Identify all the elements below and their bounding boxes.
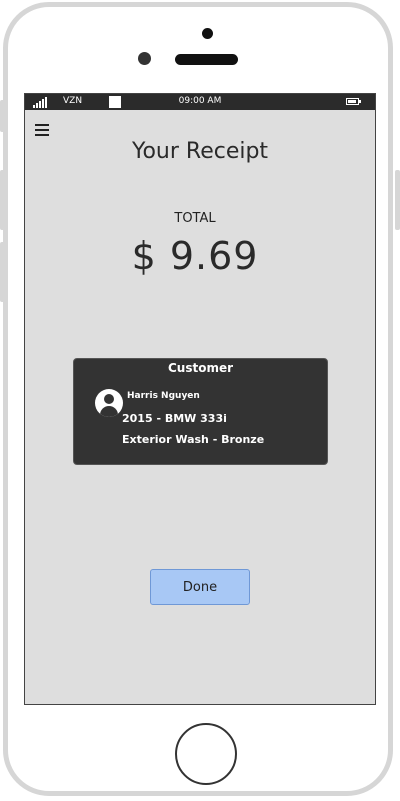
customer-vehicle: 2015 - BMW 333i bbox=[122, 412, 227, 425]
mute-switch bbox=[0, 100, 5, 132]
page-title: Your Receipt bbox=[131, 139, 269, 164]
user-avatar-icon bbox=[95, 389, 123, 417]
home-button[interactable] bbox=[175, 723, 237, 785]
status-time: 09:00 AM bbox=[178, 96, 222, 106]
total-amount: $ 9.69 bbox=[131, 234, 259, 278]
front-camera bbox=[138, 52, 151, 65]
volume-up-button bbox=[0, 170, 5, 230]
customer-name: Harris Nguyen bbox=[127, 391, 200, 401]
hamburger-menu-icon[interactable] bbox=[35, 124, 49, 136]
battery-icon bbox=[346, 98, 361, 105]
earpiece-speaker bbox=[175, 54, 238, 65]
power-button bbox=[395, 170, 400, 230]
customer-service: Exterior Wash - Bronze bbox=[122, 433, 265, 446]
status-bar: VZN 09:00 AM bbox=[25, 94, 375, 110]
done-button[interactable]: Done bbox=[150, 569, 250, 605]
total-label: TOTAL bbox=[174, 211, 216, 226]
app-screen: VZN 09:00 AM Your Receipt TOTAL $ 9.69 C… bbox=[24, 93, 376, 705]
volume-down-button bbox=[0, 242, 5, 302]
customer-card: Customer Harris Nguyen 2015 - BMW 333i E… bbox=[73, 358, 328, 465]
camera-dot bbox=[202, 28, 213, 39]
customer-card-title: Customer bbox=[167, 361, 234, 375]
